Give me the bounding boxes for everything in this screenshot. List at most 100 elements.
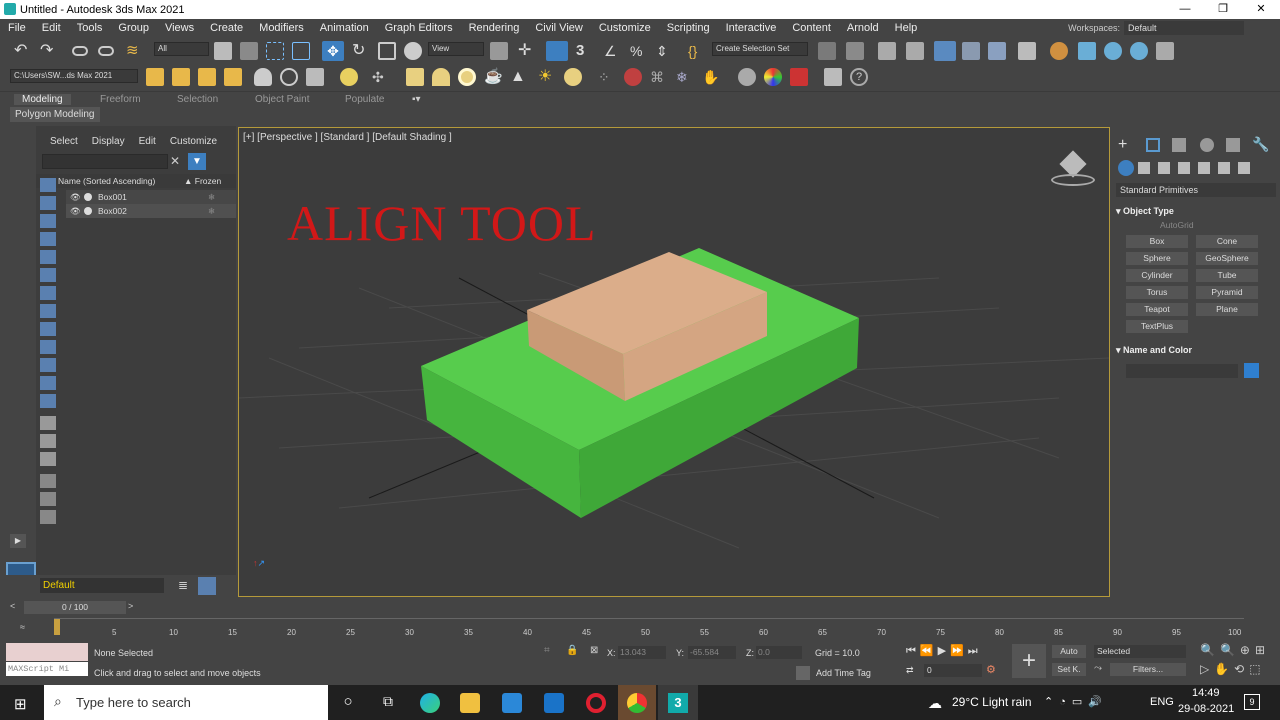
sun-icon[interactable]: ☀	[538, 68, 556, 86]
menu-arnold[interactable]: Arnold	[839, 22, 887, 34]
scene-row[interactable]: 👁 Box002 ❄	[66, 204, 236, 218]
all-filter-icon[interactable]	[40, 394, 56, 408]
3dsmax-taskbar-slot[interactable]: 3	[658, 685, 698, 720]
ribbon-options-icon[interactable]: ▪▾	[412, 94, 421, 105]
display-none-icon[interactable]	[40, 416, 56, 430]
scene-tab-customize[interactable]: Customize	[170, 136, 217, 147]
light-icon[interactable]	[340, 68, 358, 86]
box-primitive-icon[interactable]	[406, 68, 424, 86]
group-filter-icon[interactable]	[40, 286, 56, 300]
image-icon[interactable]	[306, 68, 324, 86]
utilities-tab-icon[interactable]: 🔧	[1252, 136, 1269, 153]
set-key-button[interactable]: Set K.	[1052, 663, 1086, 676]
maximize-button[interactable]: ❐	[1204, 0, 1242, 19]
textplus-button[interactable]: TextPlus	[1126, 320, 1188, 333]
pyramid-button[interactable]: Pyramid	[1196, 286, 1258, 299]
cameras-icon[interactable]	[1178, 162, 1190, 174]
current-frame-input[interactable]: 0	[924, 664, 982, 677]
toggle-layer-explorer-icon[interactable]	[906, 42, 924, 60]
menu-views[interactable]: Views	[157, 22, 202, 34]
curve-editor-icon[interactable]	[962, 42, 980, 60]
eye-icon[interactable]: 👁	[70, 190, 81, 204]
snaps-toggle-icon[interactable]: 3	[576, 42, 594, 60]
edit-named-selection-icon[interactable]: {}	[688, 42, 706, 60]
frozen-icon[interactable]: ❄	[208, 190, 215, 204]
windows-start-icon[interactable]: ⊞	[14, 695, 27, 713]
add-time-tag[interactable]: Add Time Tag	[816, 668, 871, 678]
sphere-button[interactable]: Sphere	[1126, 252, 1188, 265]
close-button[interactable]: ✕	[1242, 0, 1280, 19]
ribbon-toggle-icon[interactable]	[934, 41, 956, 61]
frozen-icon[interactable]: ❄	[208, 204, 215, 218]
help-icon[interactable]: ?	[850, 68, 868, 86]
absolute-mode-icon[interactable]: ⊠	[590, 645, 598, 656]
menu-create[interactable]: Create	[202, 22, 251, 34]
key-filters-icon[interactable]: ⤳	[1094, 663, 1102, 674]
hierarchy-tab-icon[interactable]	[1172, 138, 1186, 152]
manipulate-icon[interactable]: ✛	[518, 42, 536, 60]
task-view-icon[interactable]: ⧉	[378, 693, 398, 713]
material-editor-icon[interactable]	[1018, 42, 1036, 60]
spacewarps-icon[interactable]	[1218, 162, 1230, 174]
spacewarp-filter-icon[interactable]	[40, 268, 56, 282]
render-cloud-icon[interactable]	[1130, 42, 1148, 60]
clock-date[interactable]: 29-08-2021	[1178, 703, 1234, 715]
expand-icon[interactable]: ▶	[10, 534, 26, 548]
ref-coord-dropdown[interactable]: View	[428, 42, 484, 56]
modify-tab-icon[interactable]	[1146, 138, 1160, 152]
lock-selection-icon[interactable]: 🔒	[566, 645, 578, 656]
frozen-filter-icon[interactable]	[40, 358, 56, 372]
isolate-icon[interactable]: ⌗	[544, 645, 550, 656]
create-tab-icon[interactable]: +	[1118, 136, 1127, 154]
store-icon[interactable]	[502, 693, 522, 713]
redo-icon[interactable]: ↷	[40, 42, 58, 60]
eye-icon[interactable]: 👁	[70, 204, 81, 218]
render-target-icon[interactable]	[790, 68, 808, 86]
open-project-icon[interactable]	[172, 68, 190, 86]
select-object-icon[interactable]	[214, 42, 232, 60]
rendered-frame-icon[interactable]	[1078, 42, 1096, 60]
render-in-cloud-icon[interactable]	[1156, 42, 1174, 60]
light-filter-icon[interactable]	[40, 214, 56, 228]
display-tab-icon[interactable]	[1226, 138, 1240, 152]
save-project-icon[interactable]	[198, 68, 216, 86]
object-color-swatch[interactable]	[1244, 363, 1259, 378]
camera-filter-icon[interactable]	[40, 232, 56, 246]
ribbon-tab-selection[interactable]: Selection	[177, 94, 218, 105]
taskbar-search[interactable]: ⌕ Type here to search	[44, 685, 328, 720]
z-coordinate-input[interactable]: 0.0	[756, 646, 802, 659]
object-name-input[interactable]	[1126, 364, 1238, 378]
sphere-icon[interactable]	[564, 68, 582, 86]
menu-file[interactable]: File	[0, 22, 34, 34]
x-coordinate-input[interactable]: 13.043	[618, 646, 666, 659]
menu-scripting[interactable]: Scripting	[659, 22, 718, 34]
percent-snap-icon[interactable]: %	[630, 42, 648, 60]
teapot-primitive-icon[interactable]: ☕	[484, 68, 503, 86]
tube-button[interactable]: Tube	[1196, 269, 1258, 282]
unlink-icon[interactable]	[98, 46, 114, 56]
layer-dropdown[interactable]: Default	[40, 578, 164, 593]
name-color-rollout[interactable]: ▾ Name and Color	[1116, 343, 1276, 357]
file-explorer-icon[interactable]	[460, 693, 480, 713]
menu-tools[interactable]: Tools	[69, 22, 111, 34]
ribbon-tab-populate[interactable]: Populate	[345, 94, 384, 105]
display-all-icon[interactable]	[40, 434, 56, 448]
geometry-icon[interactable]	[1118, 160, 1134, 176]
ribbon-tab-object-paint[interactable]: Object Paint	[255, 94, 309, 105]
menu-customize[interactable]: Customize	[591, 22, 659, 34]
project-settings-icon[interactable]	[224, 68, 242, 86]
menu-modifiers[interactable]: Modifiers	[251, 22, 312, 34]
cone-button[interactable]: Cone	[1196, 235, 1258, 248]
category-dropdown[interactable]: Standard Primitives	[1116, 183, 1276, 197]
torus-button[interactable]: Torus	[1126, 286, 1188, 299]
shapes-icon[interactable]	[1138, 162, 1150, 174]
dynamics-icon[interactable]	[624, 68, 642, 86]
tray-icons[interactable]: ⌃◔▭🔊	[1044, 695, 1108, 708]
time-tag-icon[interactable]	[796, 666, 810, 680]
rotate-icon[interactable]: ↻	[352, 42, 370, 60]
menu-content[interactable]: Content	[784, 22, 839, 34]
select-by-name-icon[interactable]	[240, 42, 258, 60]
geosphere-button[interactable]: GeoSphere	[1196, 252, 1258, 265]
helper-filter-icon[interactable]	[40, 250, 56, 264]
menu-edit[interactable]: Edit	[34, 22, 69, 34]
